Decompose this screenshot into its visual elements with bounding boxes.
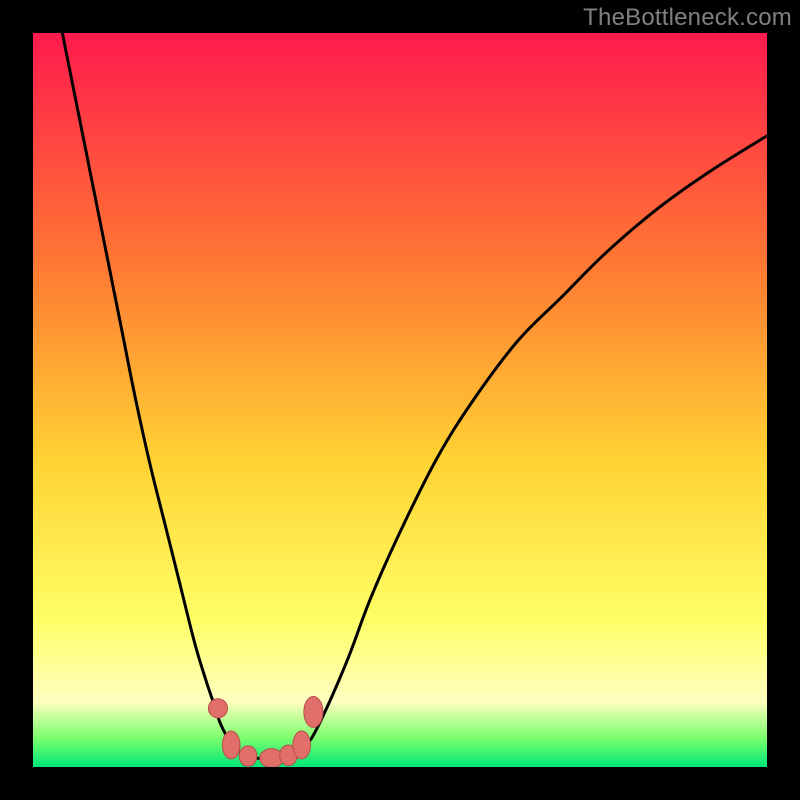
gradient-background bbox=[33, 33, 767, 767]
chart-svg bbox=[33, 33, 767, 767]
chart-area bbox=[33, 33, 767, 767]
data-marker bbox=[304, 697, 323, 728]
data-marker bbox=[293, 731, 311, 759]
data-marker bbox=[239, 746, 257, 767]
outer-frame: TheBottleneck.com bbox=[0, 0, 800, 800]
data-marker bbox=[208, 699, 227, 718]
watermark-text: TheBottleneck.com bbox=[583, 4, 792, 32]
data-marker bbox=[222, 731, 240, 759]
